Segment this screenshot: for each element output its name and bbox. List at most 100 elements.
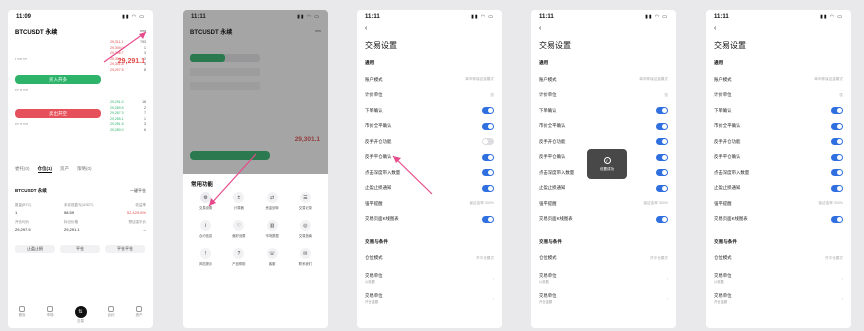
toggle-switch[interactable] <box>831 138 843 146</box>
tpsl-button[interactable]: 止盈止损 <box>15 245 55 253</box>
setting-label: 交易页面K线图表 <box>539 216 573 222</box>
toggle-switch[interactable] <box>831 122 843 130</box>
function-item-7[interactable]: ◎ 交易指南 <box>289 220 322 238</box>
setting-label: 交易单位 以张数 <box>539 272 557 284</box>
function-item-5[interactable]: ♡ 偏好设置 <box>222 220 255 238</box>
function-item-11[interactable]: ✉ 联系我们 <box>289 248 322 266</box>
nav-assets[interactable]: 资产 <box>136 306 143 324</box>
toggle-switch[interactable] <box>482 169 494 177</box>
setting-row-0[interactable]: 账户模式 单币种保证金模式 <box>365 72 494 88</box>
trade-row-1[interactable]: 交易单位 以张数 › <box>714 269 843 287</box>
close-button[interactable]: 平仓 <box>60 245 100 253</box>
nav-market[interactable]: 市场 <box>47 306 54 324</box>
function-icon: ◎ <box>299 220 311 231</box>
back-icon[interactable]: ‹ <box>714 25 716 32</box>
setting-row-8[interactable]: 强平提醒 保证金率 300% <box>539 196 668 212</box>
function-item-4[interactable]: i 合约信息 <box>189 220 222 238</box>
open-short-button[interactable]: 卖出开空 <box>15 109 101 118</box>
toggle-switch[interactable] <box>656 107 668 115</box>
setting-row-1[interactable]: 计价单位 张 <box>714 88 843 104</box>
trade-row-1[interactable]: 交易单位 以张数 › <box>539 269 668 287</box>
setting-row-3[interactable]: 市价全平确认 <box>714 119 843 135</box>
tab-orders[interactable]: 委托(0) <box>15 166 30 173</box>
toggle-switch[interactable] <box>656 138 668 146</box>
trade-row-2[interactable]: 交易单位 开仓金额 › <box>539 289 668 307</box>
phone-settings-before: 11:11 ▮▮ ◠ ▭ ‹ 交易设置 通用 账户模式 单币种保证金模式 计价单位 张下单确认市… <box>357 10 502 328</box>
setting-row-9[interactable]: 交易页面K线图表 <box>539 212 668 228</box>
setting-row-4[interactable]: 反手开仓功能 <box>539 134 668 150</box>
function-item-9[interactable]: ? 产品帮助 <box>222 248 255 266</box>
back-icon[interactable]: ‹ <box>365 25 367 32</box>
function-item-8[interactable]: ! 风险提示 <box>189 248 222 266</box>
setting-row-6[interactable]: 点击深度带入数量 <box>714 165 843 181</box>
symbol-selector[interactable]: BTCUSDT 永续 <box>15 27 57 36</box>
close-all-button[interactable]: 一键平仓 <box>130 188 146 194</box>
function-item-3[interactable]: ☰ 交易记录 <box>289 192 322 210</box>
setting-row-7[interactable]: 止盈止损通知 <box>539 181 668 197</box>
setting-row-9[interactable]: 交易页面K线图表 <box>365 212 494 228</box>
toggle-switch[interactable] <box>482 184 494 192</box>
setting-row-7[interactable]: 止盈止损通知 <box>714 181 843 197</box>
tab-positions[interactable]: 仓位(1) <box>37 166 52 173</box>
setting-value: 单币种保证金模式 <box>814 77 843 82</box>
toggle-switch[interactable] <box>656 215 668 223</box>
orderbook-row[interactable]: 29,297.5 8 <box>110 68 146 74</box>
setting-row-0[interactable]: 账户模式 单币种保证金模式 <box>714 72 843 88</box>
toggle-switch[interactable] <box>482 138 494 146</box>
tab-assets[interactable]: 资产 <box>60 166 69 173</box>
orderbook-bids: 29,291.0 18 29,289.5 2 29,287.3 7 29,285.1 1 29,… <box>110 100 146 134</box>
trade-row-1[interactable]: 交易单位 以张数 › <box>365 269 494 287</box>
function-item-6[interactable]: ▥ 市场数据 <box>256 220 289 238</box>
setting-row-2[interactable]: 下单确认 <box>539 103 668 119</box>
nav-home[interactable]: 首页 <box>19 306 26 324</box>
open-long-button[interactable]: 买入开多 <box>15 75 101 84</box>
setting-row-5[interactable]: 反手平仓确认 <box>714 150 843 166</box>
function-label: 资金划转 <box>265 206 279 210</box>
function-label: 交易指南 <box>298 234 312 238</box>
phone-settings-after: 11:11 ▮▮ ◠ ▭ ‹ 交易设置 通用 账户模式 单币种保证金模式 计价单位 张下单确认市… <box>706 10 851 328</box>
nav-trade[interactable]: ⇅ 交易 <box>74 306 87 324</box>
setting-value: 张 <box>839 92 843 97</box>
toggle-switch[interactable] <box>831 184 843 192</box>
setting-row-2[interactable]: 下单确认 <box>365 103 494 119</box>
setting-row-1[interactable]: 计价单位 张 <box>539 88 668 104</box>
value-roe: 52,429.6% <box>126 210 146 215</box>
trade-row-0[interactable]: 仓位模式 开平仓模式 <box>365 249 494 267</box>
toggle-switch[interactable] <box>656 122 668 130</box>
toggle-switch[interactable] <box>482 153 494 161</box>
trade-row-0[interactable]: 仓位模式 开平仓模式 <box>539 249 668 267</box>
setting-row-1[interactable]: 计价单位 张 <box>365 88 494 104</box>
setting-row-3[interactable]: 市价全平确认 <box>539 119 668 135</box>
toggle-switch[interactable] <box>656 169 668 177</box>
setting-row-4[interactable]: 反手开仓功能 <box>714 134 843 150</box>
setting-row-4[interactable]: 反手开仓功能 <box>365 134 494 150</box>
setting-row-0[interactable]: 账户模式 单币种保证金模式 <box>539 72 668 88</box>
function-item-10[interactable]: ☏ 客服 <box>256 248 289 266</box>
orderbook-row[interactable]: 29,280.0 6 <box>110 128 146 134</box>
toggle-switch[interactable] <box>482 107 494 115</box>
setting-row-3[interactable]: 市价全平确认 <box>365 119 494 135</box>
toggle-switch[interactable] <box>831 153 843 161</box>
toggle-switch[interactable] <box>482 122 494 130</box>
toggle-switch[interactable] <box>831 169 843 177</box>
toggle-switch[interactable] <box>482 215 494 223</box>
toggle-switch[interactable] <box>831 107 843 115</box>
value-liq: -- <box>143 227 146 232</box>
setting-row-8[interactable]: 强平提醒 保证金率 300% <box>714 196 843 212</box>
trade-row-2[interactable]: 交易单位 开仓金额 › <box>714 289 843 307</box>
tab-strategies[interactable]: 策略(0) <box>77 166 92 173</box>
setting-row-9[interactable]: 交易页面K线图表 <box>714 212 843 228</box>
toggle-switch[interactable] <box>656 184 668 192</box>
reverse-button[interactable]: 平仓平仓 <box>105 245 145 253</box>
back-icon[interactable]: ‹ <box>539 25 541 32</box>
trade-row-0[interactable]: 仓位模式 开平仓模式 <box>714 249 843 267</box>
trade-row-2[interactable]: 交易单位 开仓金额 › <box>365 289 494 307</box>
success-toast: ✓ 设置成功 <box>587 149 627 179</box>
function-label: 偏好设置 <box>232 234 246 238</box>
chevron-right-icon: › <box>492 295 494 301</box>
nav-futures[interactable]: 合约 <box>108 306 115 324</box>
status-time: 11:11 <box>365 14 380 20</box>
toggle-switch[interactable] <box>831 215 843 223</box>
setting-row-2[interactable]: 下单确认 <box>714 103 843 119</box>
toggle-switch[interactable] <box>656 153 668 161</box>
